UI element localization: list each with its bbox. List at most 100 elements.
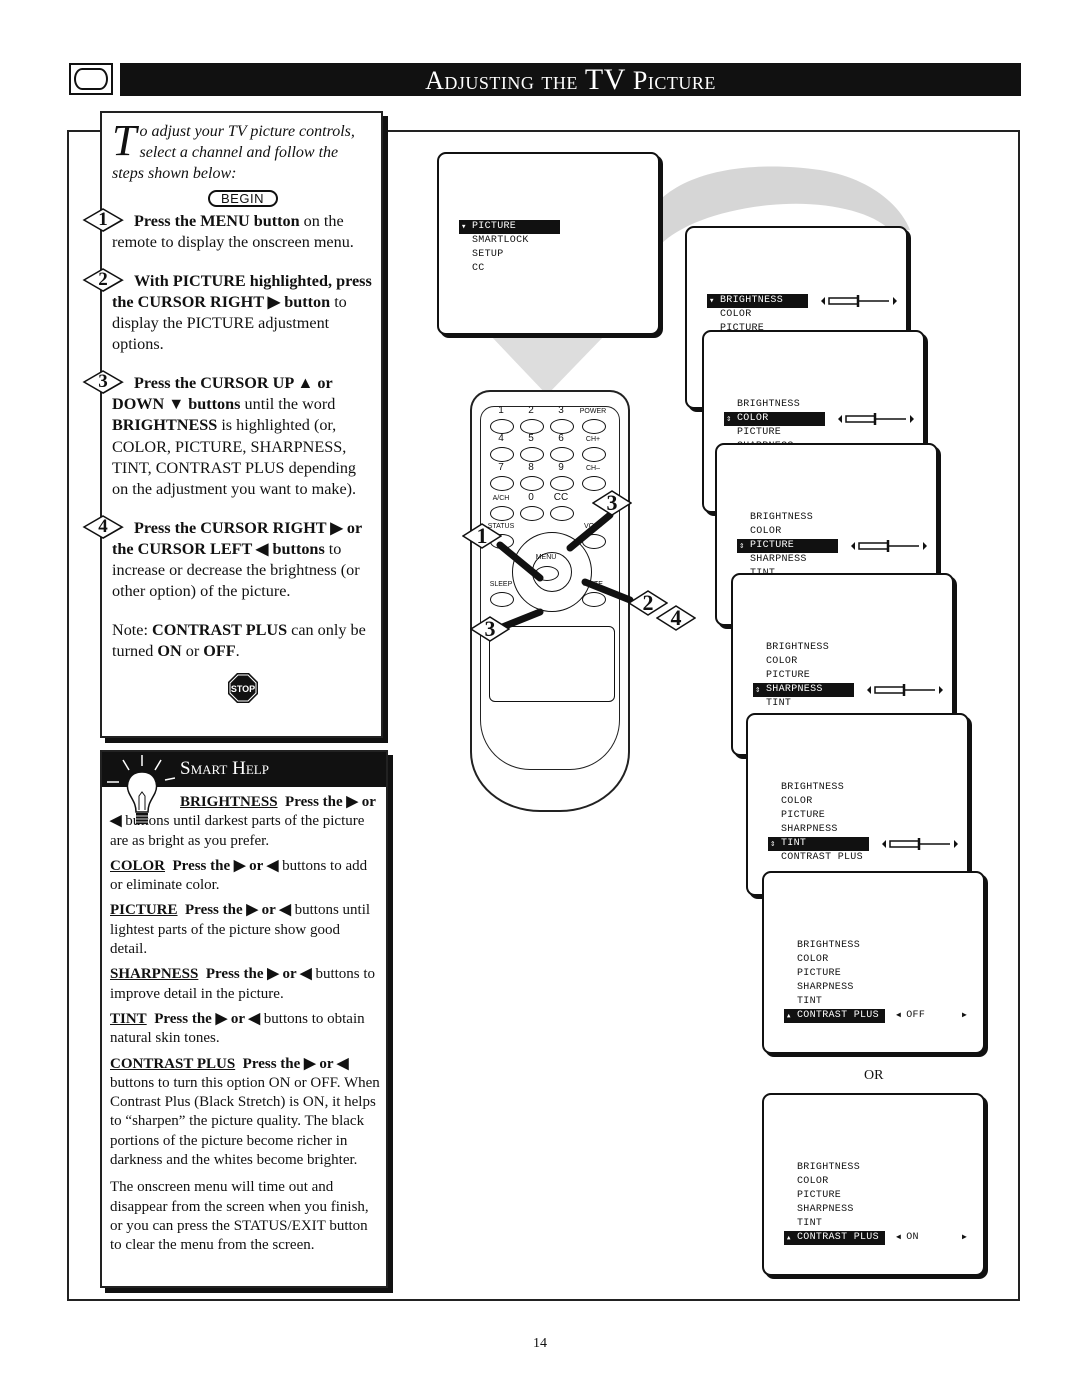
right-arrow-icon bbox=[893, 297, 897, 305]
remote-key-label: POWER bbox=[579, 408, 607, 415]
menu-item-label: BRIGHTNESS bbox=[737, 399, 801, 410]
menu-item-label: CC bbox=[472, 263, 485, 274]
onscreen-menu-screen: BRIGHTNESS COLOR PICTURE SHARPNESS ⇕ TINT CONT… bbox=[746, 713, 969, 896]
remote-key-label: 1 bbox=[498, 405, 504, 416]
menu-item: BRIGHTNESS bbox=[724, 398, 825, 412]
step-text: until the word bbox=[240, 395, 336, 414]
remote-button-1[interactable] bbox=[490, 419, 514, 434]
menu-list: BRIGHTNESS COLOR PICTURE SHARPNESS TINT ▴ CONT… bbox=[784, 939, 967, 1023]
intro-body: o adjust your TV picture controls, selec… bbox=[112, 123, 355, 182]
menu-item: ⇕ PICTURE bbox=[737, 539, 927, 553]
step-number: 3 bbox=[98, 370, 108, 392]
remote-button-6[interactable] bbox=[550, 447, 574, 462]
level-slider[interactable] bbox=[880, 837, 960, 851]
remote-button-8[interactable] bbox=[520, 476, 544, 491]
up-arrow-icon: ▴ bbox=[786, 1011, 792, 1021]
level-slider[interactable] bbox=[836, 412, 916, 426]
help-item-key: TINT bbox=[110, 1010, 147, 1027]
remote-button-mute[interactable] bbox=[582, 592, 606, 607]
menu-item-label: SETUP bbox=[472, 249, 504, 260]
page-title: Adjusting the TV Picture bbox=[120, 63, 1021, 96]
smart-help-body: BRIGHTNESS Press the ▶ or ◀ buttons unti… bbox=[102, 787, 386, 1256]
callout-diamond: 3 bbox=[469, 616, 511, 642]
help-item-action: Press the ▶ or ◀ bbox=[205, 966, 312, 983]
tv-icon bbox=[69, 63, 113, 95]
remote-button-vol[interactable] bbox=[582, 534, 606, 549]
remote-key-label: VOL– bbox=[584, 523, 602, 530]
remote-key-label: CH+ bbox=[585, 436, 601, 443]
updown-arrow-icon: ⇕ bbox=[755, 685, 761, 695]
title-part: Picture bbox=[625, 66, 716, 95]
menu-item-label: COLOR bbox=[750, 526, 782, 537]
callout-diamond: 1 bbox=[461, 523, 503, 549]
updown-arrow-icon: ⇕ bbox=[726, 414, 732, 424]
menu-item: ⇕ SHARPNESS bbox=[753, 683, 943, 697]
menu-item-label: BRIGHTNESS bbox=[797, 940, 861, 951]
onscreen-menu-screen: BRIGHTNESS COLOR PICTURE SHARPNESS TINT ▴ CONT… bbox=[762, 1093, 985, 1276]
toggle-state: OFF bbox=[906, 1010, 926, 1021]
level-slider[interactable] bbox=[865, 683, 945, 697]
menu-item-label: CONTRAST PLUS bbox=[781, 852, 863, 863]
remote-button-ach[interactable] bbox=[490, 506, 514, 521]
callout-diamond: 4 bbox=[655, 605, 697, 631]
step-4: 4 Press the CURSOR RIGHT ▶ or the CURSOR … bbox=[82, 514, 373, 603]
toggle-control[interactable]: ◀ OFF ▶ bbox=[896, 1009, 967, 1023]
down-arrow-icon: ▾ bbox=[461, 222, 467, 232]
remote-button-0[interactable] bbox=[520, 506, 544, 521]
remote-key-label: A/CH bbox=[492, 495, 510, 502]
level-slider[interactable] bbox=[849, 539, 929, 553]
menu-item: PICTURE bbox=[784, 967, 885, 981]
menu-item: ▾ PICTURE ▶ bbox=[459, 220, 642, 234]
toggle-control[interactable]: ◀ ON ▶ bbox=[896, 1231, 968, 1245]
menu-item-label: COLOR bbox=[720, 309, 752, 320]
right-arrow-icon: ▶ bbox=[962, 1233, 968, 1242]
menu-item-label: COLOR bbox=[797, 954, 829, 965]
left-arrow-icon: ◀ bbox=[896, 1011, 907, 1020]
level-slider[interactable] bbox=[819, 294, 899, 308]
step-number: 1 bbox=[98, 209, 108, 230]
step-number-diamond: 2 bbox=[82, 267, 124, 292]
right-arrow-icon bbox=[939, 686, 943, 694]
remote-button-7[interactable] bbox=[490, 476, 514, 491]
lightbulb-icon bbox=[107, 755, 175, 824]
menu-item: SHARPNESS bbox=[784, 981, 885, 995]
step-number-diamond: 1 bbox=[82, 208, 124, 232]
remote-button-9[interactable] bbox=[550, 476, 574, 491]
remote-control: 1 2 3 POWER 4 5 6 CH+ 7 8 9 CH– A/CH 0 CC STATUS VOL– MEN… bbox=[470, 390, 630, 812]
menu-item-label: COLOR bbox=[737, 413, 769, 424]
slider-fill bbox=[828, 297, 859, 305]
menu-item: SHARPNESS bbox=[768, 823, 869, 837]
help-item: CONTRAST PLUS Press the ▶ or ◀ buttons t… bbox=[110, 1055, 380, 1171]
right-arrow-icon bbox=[954, 840, 958, 848]
menu-item: ▾ BRIGHTNESS bbox=[707, 294, 897, 308]
remote-button-sleep[interactable] bbox=[490, 592, 514, 607]
remote-button-cc[interactable] bbox=[550, 506, 574, 521]
menu-item: BRIGHTNESS bbox=[784, 939, 885, 953]
menu-item-label: PICTURE bbox=[797, 1190, 842, 1201]
remote-button-ch[interactable] bbox=[582, 476, 606, 491]
remote-button-4[interactable] bbox=[490, 447, 514, 462]
menu-item: COLOR bbox=[753, 655, 854, 669]
menu-item-label: TINT bbox=[797, 996, 823, 1007]
drop-cap: T bbox=[112, 116, 137, 165]
menu-item: PICTURE bbox=[784, 1189, 885, 1203]
help-item: PICTURE Press the ▶ or ◀ buttons until l… bbox=[110, 901, 380, 959]
menu-item: PICTURE bbox=[768, 809, 869, 823]
help-item-key: BRIGHTNESS bbox=[180, 794, 278, 810]
remote-button-5[interactable] bbox=[520, 447, 544, 462]
menu-item-label: SHARPNESS bbox=[766, 684, 823, 695]
remote-button-power[interactable] bbox=[582, 419, 606, 434]
step-text: BRIGHTNESS bbox=[112, 416, 218, 435]
slider-fill bbox=[845, 415, 876, 423]
help-item-key: CONTRAST PLUS bbox=[110, 1055, 236, 1072]
remote-button-2[interactable] bbox=[520, 419, 544, 434]
remote-button-3[interactable] bbox=[550, 419, 574, 434]
remote-button-ch[interactable] bbox=[582, 447, 606, 462]
menu-item: ⇕ COLOR bbox=[724, 412, 914, 426]
right-arrow-icon: ▶ bbox=[637, 222, 643, 232]
menu-item: SHARPNESS bbox=[784, 1203, 885, 1217]
menu-item-label: BRIGHTNESS bbox=[750, 512, 814, 523]
remote-key-label: CC bbox=[553, 492, 569, 503]
help-item-action: Press the ▶ or ◀ bbox=[185, 902, 291, 919]
menu-item: COLOR bbox=[784, 953, 885, 967]
